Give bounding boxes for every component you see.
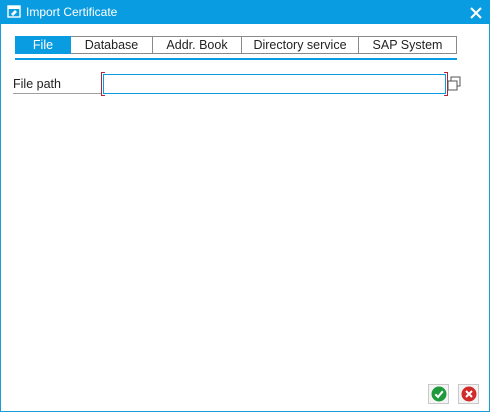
tab-database[interactable]: Database — [71, 36, 153, 54]
tab-directory-service[interactable]: Directory service — [242, 36, 359, 54]
value-help-icon[interactable] — [446, 74, 462, 92]
tab-sap-system[interactable]: SAP System — [359, 36, 457, 54]
close-icon[interactable] — [468, 3, 484, 21]
import-certificate-dialog: Import Certificate File Database Addr. B… — [0, 0, 490, 412]
cancel-button[interactable] — [458, 384, 479, 404]
file-path-field-wrapper — [101, 72, 448, 96]
file-path-label: File path — [13, 77, 61, 91]
cancel-icon — [461, 386, 477, 402]
tab-file[interactable]: File — [15, 36, 71, 54]
tab-addr-book[interactable]: Addr. Book — [153, 36, 242, 54]
title-bar: Import Certificate — [0, 0, 490, 24]
tab-strip: File Database Addr. Book Directory servi… — [15, 36, 457, 54]
checkmark-icon — [431, 386, 447, 402]
window-edit-icon — [7, 5, 21, 18]
file-path-row: File path — [13, 72, 483, 96]
tab-underline — [15, 58, 457, 60]
file-path-input[interactable] — [103, 74, 446, 94]
window-title: Import Certificate — [26, 5, 118, 19]
confirm-button[interactable] — [428, 384, 449, 404]
required-bracket-left — [101, 72, 105, 96]
label-underline — [13, 93, 102, 94]
